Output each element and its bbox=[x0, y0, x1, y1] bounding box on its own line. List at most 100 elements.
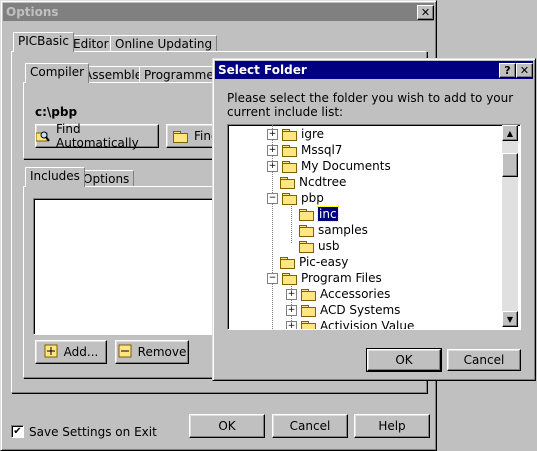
options-close-button[interactable]: ✕ bbox=[417, 5, 434, 20]
help-label: Help bbox=[378, 419, 406, 433]
select-folder-close-button[interactable]: ✕ bbox=[516, 63, 533, 78]
cancel-button[interactable]: Cancel bbox=[272, 414, 348, 438]
ok-button[interactable]: OK bbox=[189, 414, 265, 438]
arrow-up-icon: ▲ bbox=[506, 128, 514, 138]
scroll-thumb[interactable] bbox=[502, 153, 518, 177]
folder-icon bbox=[301, 320, 316, 329]
tab-includes[interactable]: Includes bbox=[25, 167, 85, 187]
find-automatically-button[interactable]: Find Automatically bbox=[35, 122, 159, 150]
tree-node-label: ACD Systems bbox=[320, 303, 401, 317]
arrow-down-icon: ▼ bbox=[506, 314, 514, 324]
tree-node[interactable]: − Program Files bbox=[267, 270, 382, 286]
tree-node[interactable]: + Activision Value bbox=[286, 318, 415, 330]
tree-node-label: Accessories bbox=[320, 287, 391, 301]
tree-node[interactable]: + Mssql7 bbox=[267, 142, 342, 158]
folder-icon bbox=[280, 256, 295, 269]
tab-options[interactable]: Options bbox=[78, 170, 135, 187]
collapse-icon[interactable]: − bbox=[267, 272, 278, 284]
tree-node[interactable]: + igre bbox=[267, 126, 324, 142]
tree-node-label: Activision Value bbox=[320, 319, 415, 330]
folder-icon bbox=[173, 130, 188, 143]
tab-editor[interactable]: Editor bbox=[68, 35, 114, 52]
ok-label: OK bbox=[395, 353, 413, 367]
scroll-up-button[interactable]: ▲ bbox=[502, 125, 518, 141]
tree-node[interactable]: + My Documents bbox=[267, 158, 391, 174]
tree-node-label: Ncdtree bbox=[299, 175, 347, 189]
help-button[interactable]: Help bbox=[354, 414, 430, 438]
tree-node-label: pbp bbox=[301, 191, 324, 205]
folder-icon bbox=[282, 144, 297, 157]
tab-picbasic[interactable]: PICBasic bbox=[13, 32, 74, 52]
tree-node-label: igre bbox=[301, 127, 325, 141]
scroll-down-button[interactable]: ▼ bbox=[502, 311, 518, 327]
expand-icon[interactable]: + bbox=[267, 160, 278, 172]
open-folder-icon bbox=[282, 272, 297, 285]
includes-list[interactable] bbox=[33, 198, 235, 335]
tree-node[interactable]: Pic-easy bbox=[280, 254, 348, 270]
compiler-path: c:\pbp bbox=[35, 105, 78, 119]
folder-icon bbox=[280, 176, 295, 189]
select-folder-help-button[interactable]: ? bbox=[499, 63, 516, 78]
tree-node-selected[interactable]: inc bbox=[299, 206, 339, 222]
select-folder-title: Select Folder bbox=[218, 63, 307, 77]
options-title: Options bbox=[6, 5, 59, 19]
add-icon bbox=[44, 344, 58, 361]
add-button[interactable]: Add... bbox=[35, 340, 107, 364]
subtab-programmer[interactable]: Programmer bbox=[139, 66, 224, 83]
expand-icon[interactable]: + bbox=[267, 144, 278, 156]
select-folder-titlebar[interactable]: Select Folder ? ✕ bbox=[215, 61, 533, 79]
tab-online-updating[interactable]: Online Updating bbox=[110, 35, 218, 52]
tree-node[interactable]: usb bbox=[299, 238, 339, 254]
tab-online-updating-label: Online Updating bbox=[115, 37, 213, 51]
remove-button[interactable]: Remove bbox=[115, 340, 189, 364]
open-folder-icon bbox=[282, 192, 297, 205]
close-icon: ✕ bbox=[420, 6, 431, 19]
tree-node-label: Program Files bbox=[301, 271, 382, 285]
folder-icon bbox=[301, 288, 316, 301]
select-folder-instruction: Please select the folder you wish to add… bbox=[227, 91, 514, 119]
tree-node[interactable]: − pbp bbox=[267, 190, 324, 206]
add-label: Add... bbox=[63, 345, 99, 359]
expand-icon[interactable]: + bbox=[267, 128, 278, 140]
subtab-assembler-label: Assembler bbox=[84, 68, 148, 82]
cancel-label: Cancel bbox=[463, 353, 505, 367]
question-icon: ? bbox=[504, 64, 511, 77]
tree-node[interactable]: Ncdtree bbox=[280, 174, 346, 190]
collapse-icon[interactable]: − bbox=[267, 192, 278, 204]
find-automatically-label: Find Automatically bbox=[56, 122, 139, 150]
select-folder-ok-button[interactable]: OK bbox=[366, 348, 442, 372]
expand-icon[interactable]: + bbox=[286, 320, 297, 329]
tree-node-label: inc bbox=[317, 206, 339, 222]
subtab-compiler-label: Compiler bbox=[30, 65, 85, 79]
expand-icon[interactable]: + bbox=[286, 288, 297, 300]
options-titlebar[interactable]: Options ✕ bbox=[3, 3, 434, 21]
magnifier-folder-icon bbox=[35, 130, 50, 142]
open-folder-icon bbox=[299, 208, 314, 221]
ok-label: OK bbox=[218, 419, 236, 433]
folder-icon bbox=[299, 240, 314, 253]
folder-icon bbox=[299, 224, 314, 237]
tree-node-label: usb bbox=[318, 239, 340, 253]
save-settings-checkbox[interactable]: ✔ bbox=[11, 425, 24, 438]
select-folder-cancel-button[interactable]: Cancel bbox=[447, 349, 521, 371]
tree-scrollbar[interactable]: ▲ ▼ bbox=[502, 125, 518, 327]
tree-node-label: Mssql7 bbox=[301, 143, 343, 157]
tree-node[interactable]: + ACD Systems bbox=[286, 302, 400, 318]
expand-icon[interactable]: + bbox=[286, 304, 297, 316]
tree-node-label: samples bbox=[318, 223, 368, 237]
check-icon: ✔ bbox=[13, 426, 22, 437]
tab-editor-label: Editor bbox=[73, 37, 109, 51]
folder-icon bbox=[282, 128, 297, 141]
save-settings-label: Save Settings on Exit bbox=[29, 425, 157, 439]
tree-node-label: My Documents bbox=[301, 159, 391, 173]
subtab-compiler[interactable]: Compiler bbox=[25, 63, 90, 83]
my-documents-folder-icon bbox=[282, 160, 297, 173]
tab-picbasic-label: PICBasic bbox=[18, 34, 69, 48]
cancel-label: Cancel bbox=[289, 419, 331, 433]
tree-node[interactable]: samples bbox=[299, 222, 368, 238]
tab-options-label: Options bbox=[83, 172, 130, 186]
folder-tree[interactable]: + igre + Mssql7 + My Documents Ncdtree −… bbox=[227, 124, 521, 330]
tree-node-label: Pic-easy bbox=[299, 255, 349, 269]
tree-node[interactable]: + Accessories bbox=[286, 286, 390, 302]
remove-icon bbox=[118, 344, 132, 361]
